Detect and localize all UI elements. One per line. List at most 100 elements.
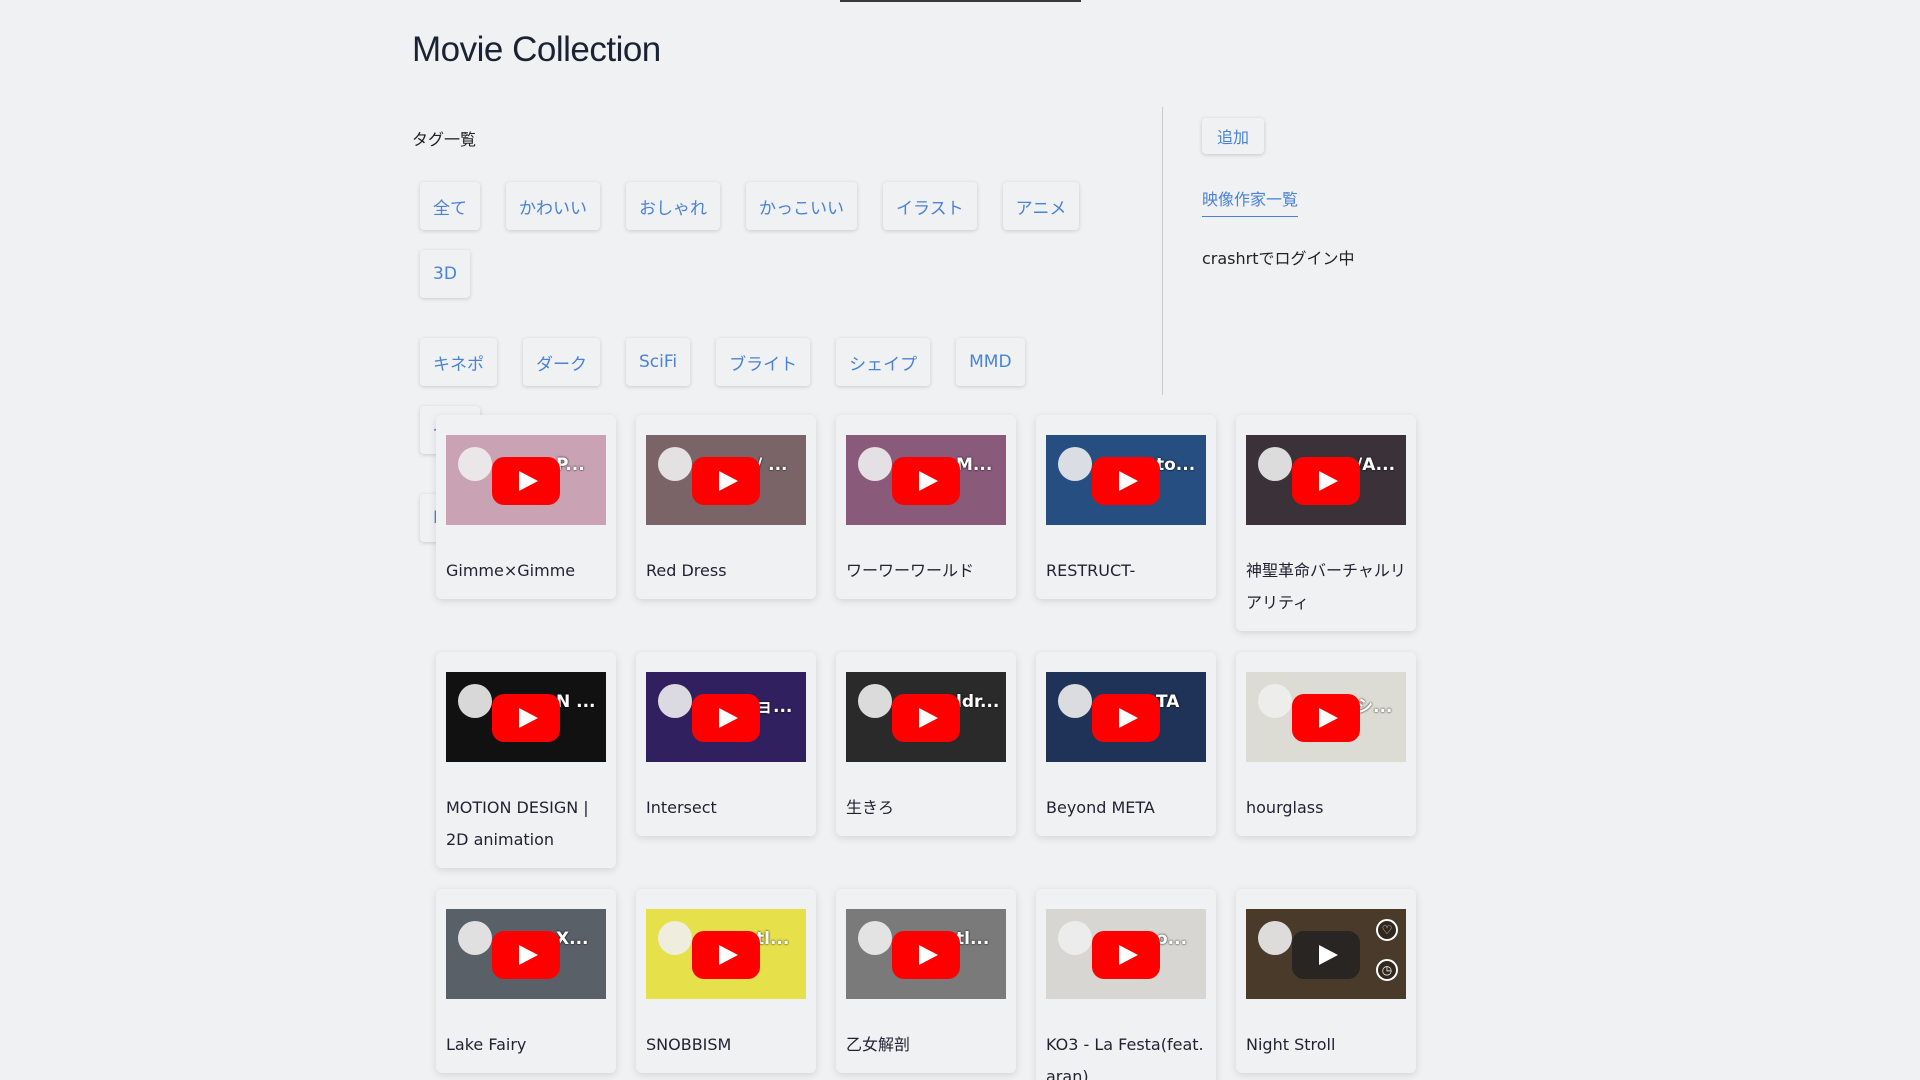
video-card[interactable]: tl... 乙女解剖 <box>836 889 1016 1073</box>
creators-list-link[interactable]: 映像作家一覧 <box>1202 186 1299 217</box>
thumbnail-actions: ♡ ◷ <box>1376 919 1398 981</box>
thumbnail-title-text: X... <box>556 929 589 949</box>
video-thumbnail[interactable]: P... <box>446 435 606 525</box>
video-thumbnail[interactable]: o... <box>1046 909 1206 999</box>
video-thumbnail[interactable]: ョ... <box>646 672 806 762</box>
video-thumbnail[interactable]: N ... <box>446 672 606 762</box>
video-thumbnail[interactable]: ldr... <box>846 672 1006 762</box>
video-title: 神聖革命バーチャルリアリティ <box>1246 561 1406 612</box>
tag-list-heading: タグ一覧 <box>412 130 477 149</box>
play-button-icon[interactable] <box>492 457 560 505</box>
channel-avatar-icon <box>858 447 892 481</box>
heart-icon[interactable]: ♡ <box>1376 919 1398 941</box>
tag-button[interactable]: おしゃれ <box>626 182 720 230</box>
thumbnail-title-text: o... <box>1156 929 1188 949</box>
tag-button[interactable]: シェイプ <box>836 338 931 386</box>
video-title: Intersect <box>646 798 717 817</box>
video-thumbnail[interactable]: M... <box>846 435 1006 525</box>
video-card[interactable]: ♡ ◷ Night Stroll <box>1236 889 1416 1073</box>
play-button-icon[interactable] <box>892 931 960 979</box>
tag-button[interactable]: 3D <box>420 250 470 298</box>
video-title: 生きろ <box>846 798 895 817</box>
video-title: hourglass <box>1246 798 1324 817</box>
video-title: SNOBBISM <box>646 1035 732 1054</box>
video-card[interactable]: P... Gimme×Gimme <box>436 415 616 599</box>
thumbnail-title-text: to... <box>1156 455 1196 475</box>
channel-avatar-icon <box>1258 921 1292 955</box>
thumbnail-title-text: tl... <box>756 929 790 949</box>
video-thumbnail[interactable]: X... <box>446 909 606 999</box>
play-button-icon[interactable] <box>492 694 560 742</box>
video-thumbnail[interactable]: ♡ ◷ <box>1246 909 1406 999</box>
video-card[interactable]: to... RESTRUCT- <box>1036 415 1216 599</box>
video-thumbnail[interactable]: to... <box>1046 435 1206 525</box>
play-button-icon[interactable] <box>1292 694 1360 742</box>
video-card[interactable]: M... ワーワーワールド <box>836 415 1016 599</box>
play-button-icon[interactable] <box>692 457 760 505</box>
video-title: RESTRUCT- <box>1046 561 1136 580</box>
video-thumbnail[interactable]: /A... <box>1246 435 1406 525</box>
video-card[interactable]: TA Beyond META <box>1036 652 1216 836</box>
channel-avatar-icon <box>1258 684 1292 718</box>
video-title: Beyond META <box>1046 798 1155 817</box>
video-card[interactable]: X... Lake Fairy <box>436 889 616 1073</box>
thumbnail-title-text: シ... <box>1356 697 1393 717</box>
channel-avatar-icon <box>458 921 492 955</box>
video-card[interactable]: / ... Red Dress <box>636 415 816 599</box>
page-title: Movie Collection <box>412 30 661 69</box>
channel-avatar-icon <box>858 921 892 955</box>
video-card[interactable]: ョ... Intersect <box>636 652 816 836</box>
channel-avatar-icon <box>658 921 692 955</box>
play-button-icon[interactable] <box>1092 694 1160 742</box>
video-title: Gimme×Gimme <box>446 561 576 580</box>
side-panel: 追加 映像作家一覧 crashrtでログイン中 <box>1202 118 1355 268</box>
tag-button[interactable]: 全て <box>420 182 480 230</box>
video-card[interactable]: シ... hourglass <box>1236 652 1416 836</box>
video-thumbnail[interactable]: シ... <box>1246 672 1406 762</box>
tag-button[interactable]: ブライト <box>716 338 811 386</box>
clock-icon[interactable]: ◷ <box>1376 959 1398 981</box>
video-title: Night Stroll <box>1246 1035 1336 1054</box>
channel-avatar-icon <box>458 447 492 481</box>
play-button-icon[interactable] <box>1292 931 1360 979</box>
tag-button[interactable]: イラスト <box>883 182 977 230</box>
channel-avatar-icon <box>858 684 892 718</box>
video-thumbnail[interactable]: tl... <box>846 909 1006 999</box>
channel-avatar-icon <box>1258 447 1292 481</box>
video-thumbnail[interactable]: tl... <box>646 909 806 999</box>
tag-button[interactable]: かわいい <box>506 182 600 230</box>
tag-button[interactable]: かっこいい <box>746 182 857 230</box>
play-button-icon[interactable] <box>1092 931 1160 979</box>
channel-avatar-icon <box>458 684 492 718</box>
play-button-icon[interactable] <box>1292 457 1360 505</box>
video-card[interactable]: N ... MOTION DESIGN | 2D animation <box>436 652 616 868</box>
play-button-icon[interactable] <box>692 694 760 742</box>
video-title: Red Dress <box>646 561 727 580</box>
tag-button[interactable]: アニメ <box>1002 182 1080 230</box>
tag-button[interactable]: キネポ <box>420 338 497 386</box>
video-card[interactable]: o... KO3 - La Festa(feat. aran) <box>1036 889 1216 1080</box>
video-card[interactable]: /A... 神聖革命バーチャルリアリティ <box>1236 415 1416 631</box>
thumbnail-title-text: ョ... <box>756 697 793 717</box>
channel-avatar-icon <box>1058 921 1092 955</box>
video-thumbnail[interactable]: / ... <box>646 435 806 525</box>
thumbnail-title-text: ldr... <box>956 692 1000 712</box>
tag-button[interactable]: MMD <box>956 338 1025 386</box>
add-button[interactable]: 追加 <box>1202 118 1265 154</box>
channel-avatar-icon <box>658 447 692 481</box>
play-button-icon[interactable] <box>492 931 560 979</box>
thumbnail-title-text: P... <box>556 455 585 475</box>
tag-button[interactable]: SciFi <box>626 338 691 386</box>
tag-button[interactable]: ダーク <box>523 338 600 386</box>
channel-avatar-icon <box>1058 447 1092 481</box>
play-button-icon[interactable] <box>892 457 960 505</box>
play-button-icon[interactable] <box>892 694 960 742</box>
login-status: crashrtでログイン中 <box>1202 249 1355 268</box>
video-card[interactable]: tl... SNOBBISM <box>636 889 816 1073</box>
play-button-icon[interactable] <box>1092 457 1160 505</box>
video-card[interactable]: ldr... 生きろ <box>836 652 1016 836</box>
page: Movie Collection タグ一覧 全て かわいい おしゃれ かっこいい イラス… <box>0 0 1904 1080</box>
channel-avatar-icon <box>658 684 692 718</box>
play-button-icon[interactable] <box>692 931 760 979</box>
video-thumbnail[interactable]: TA <box>1046 672 1206 762</box>
